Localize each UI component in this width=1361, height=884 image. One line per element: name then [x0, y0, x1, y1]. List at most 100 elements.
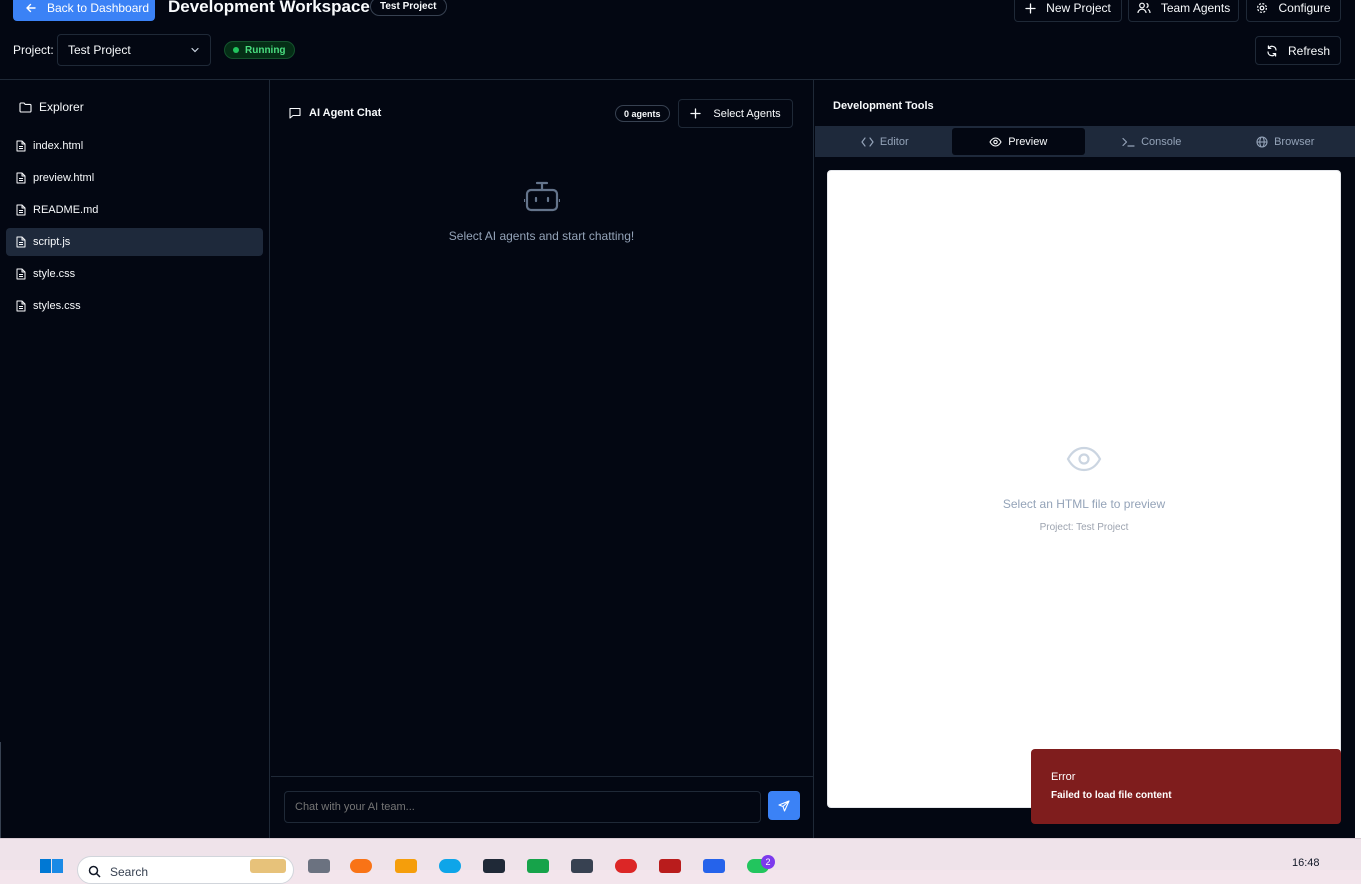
team-agents-label: Team Agents	[1160, 1, 1231, 15]
refresh-icon	[1266, 44, 1278, 57]
dev-tools-title: Development Tools	[833, 100, 934, 112]
configure-label: Configure	[1278, 1, 1331, 15]
file-name: README.md	[33, 204, 99, 216]
task-view-icon[interactable]	[308, 859, 330, 873]
widget-icon[interactable]	[250, 859, 286, 873]
file-icon	[16, 172, 26, 184]
bot-icon	[524, 180, 560, 212]
page-title: Development Workspace	[168, 0, 370, 16]
tab-browser[interactable]: Browser	[1219, 128, 1353, 155]
console-app-icon[interactable]	[571, 859, 593, 873]
plus-icon	[1025, 2, 1036, 14]
file-explorer: Explorer index.html preview.html README.…	[0, 80, 270, 838]
arrow-left-icon	[25, 2, 37, 14]
file-name: index.html	[33, 140, 84, 152]
chat-footer	[271, 776, 813, 838]
chat-title-label: AI Agent Chat	[309, 107, 382, 119]
word-icon[interactable]	[703, 859, 725, 873]
chevron-down-icon	[190, 45, 200, 55]
explorer-label: Explorer	[39, 100, 84, 114]
file-name: styles.css	[33, 300, 81, 312]
eye-icon	[1066, 446, 1102, 472]
tab-preview[interactable]: Preview	[951, 128, 1085, 155]
file-item-preview-html[interactable]: preview.html	[6, 164, 263, 192]
back-to-dashboard-label: Back to Dashboard	[47, 0, 150, 15]
new-project-button[interactable]: New Project	[1014, 0, 1122, 22]
page-scrollbar[interactable]	[1355, 0, 1361, 838]
gear-icon	[1256, 2, 1268, 14]
project-select-value: Test Project	[68, 43, 131, 57]
send-icon	[778, 799, 790, 812]
opera-icon[interactable]	[615, 859, 637, 873]
taskbar-search-label: Search	[110, 865, 149, 879]
notification-badge: 2	[761, 855, 775, 869]
tab-console[interactable]: Console	[1085, 128, 1219, 155]
project-select[interactable]: Test Project	[57, 34, 211, 66]
pdf-reader-icon[interactable]	[659, 859, 681, 873]
file-name: style.css	[33, 268, 76, 280]
explorer-title: Explorer	[19, 100, 84, 114]
toast-title: Error	[1051, 771, 1076, 783]
code-icon	[861, 136, 874, 147]
file-icon	[16, 204, 26, 216]
file-item-style-css[interactable]: style.css	[6, 260, 263, 288]
file-icon	[16, 140, 26, 152]
status-badge: Running	[224, 41, 295, 59]
dev-tools-tabs: Editor Preview Console Browser	[815, 126, 1355, 157]
file-explorer-icon[interactable]	[395, 859, 417, 873]
send-button[interactable]	[768, 791, 800, 820]
taskbar: Search 2 16:48	[0, 838, 1361, 884]
file-icon	[16, 268, 26, 280]
agent-chat-panel: AI Agent Chat 0 agents Select Agents Sel…	[271, 80, 814, 838]
preview-empty-message: Select an HTML file to preview	[1002, 497, 1166, 511]
back-to-dashboard-button[interactable]: Back to Dashboard	[13, 0, 155, 21]
app-window: Back to Dashboard Development Workspace …	[0, 0, 1355, 838]
tab-console-label: Console	[1141, 135, 1182, 148]
windows-start-icon[interactable]	[40, 859, 63, 873]
toast-message: Failed to load file content	[1051, 790, 1172, 801]
select-agents-button[interactable]: Select Agents	[678, 99, 793, 128]
drive-icon[interactable]	[527, 859, 549, 873]
error-toast[interactable]: Error Failed to load file content	[1031, 749, 1341, 824]
file-name: script.js	[33, 236, 71, 248]
firefox-icon[interactable]	[350, 859, 372, 873]
message-square-icon	[289, 107, 301, 119]
tab-browser-label: Browser	[1274, 135, 1315, 148]
project-label: Project:	[13, 43, 54, 57]
taskbar-clock: 16:48	[1292, 857, 1320, 869]
folder-icon	[19, 101, 32, 113]
file-icon	[16, 300, 26, 312]
chat-empty-message: Select AI agents and start chatting!	[448, 229, 635, 243]
tab-editor[interactable]: Editor	[818, 128, 952, 155]
window-edge	[0, 742, 1, 838]
status-dot-icon	[233, 47, 239, 53]
preview-pane: Select an HTML file to preview Project: …	[827, 170, 1341, 808]
file-item-styles-css[interactable]: styles.css	[6, 292, 263, 320]
eye-icon	[989, 136, 1002, 147]
new-project-label: New Project	[1046, 1, 1111, 15]
chat-title: AI Agent Chat	[289, 107, 381, 119]
tab-preview-label: Preview	[1008, 135, 1048, 148]
edge-icon[interactable]	[439, 859, 461, 873]
configure-button[interactable]: Configure	[1246, 0, 1341, 22]
plus-icon	[690, 108, 702, 119]
file-name: preview.html	[33, 172, 95, 184]
refresh-label: Refresh	[1287, 43, 1331, 58]
refresh-button[interactable]: Refresh	[1255, 36, 1341, 65]
globe-icon	[1256, 135, 1268, 148]
file-item-index-html[interactable]: index.html	[6, 132, 263, 160]
preview-project-label: Project: Test Project	[1039, 522, 1129, 533]
terminal-app-icon[interactable]	[483, 859, 505, 873]
project-badge: Test Project	[370, 0, 447, 16]
team-agents-button[interactable]: Team Agents	[1128, 0, 1239, 22]
file-item-script-js[interactable]: script.js	[6, 228, 263, 256]
select-agents-label: Select Agents	[713, 107, 781, 120]
agents-count-badge: 0 agents	[615, 105, 670, 122]
users-icon	[1137, 2, 1151, 14]
development-tools-panel: Development Tools Editor Preview Console…	[815, 80, 1355, 838]
file-item-readme-md[interactable]: README.md	[6, 196, 263, 224]
terminal-icon	[1122, 137, 1135, 147]
status-label: Running	[245, 44, 286, 56]
search-icon	[88, 865, 101, 878]
chat-input[interactable]	[284, 791, 761, 823]
